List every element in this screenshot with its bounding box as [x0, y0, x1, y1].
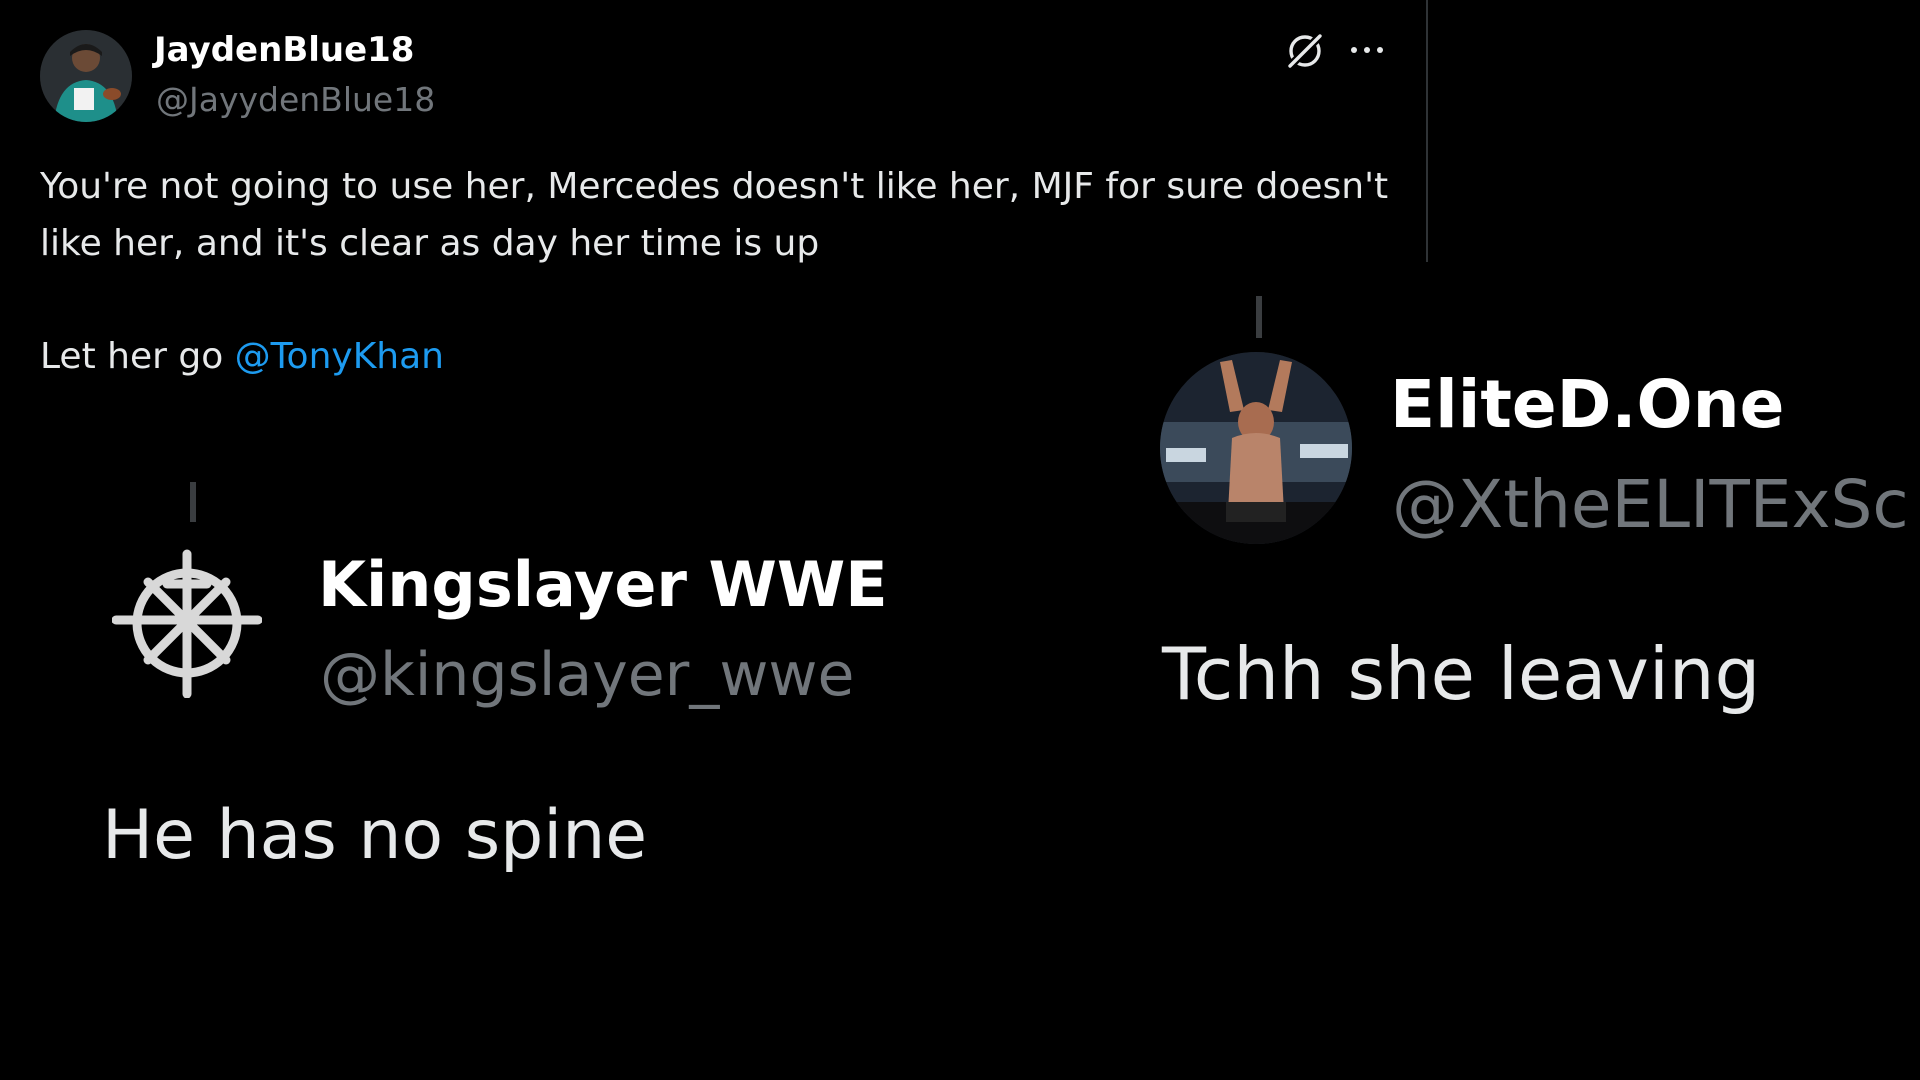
grok-icon[interactable]	[1282, 28, 1328, 74]
seth-rollins-logo-icon[interactable]	[111, 548, 263, 699]
wrestler-photo-avatar[interactable]	[1160, 352, 1352, 544]
tweet-text-line: You're not going to use her, Mercedes do…	[40, 166, 1389, 207]
thread-connector	[190, 482, 196, 522]
thread-connector	[1256, 296, 1262, 338]
more-horizontal-icon[interactable]	[1346, 30, 1388, 70]
tweet-text-line: like her, and it's clear as day her time…	[40, 223, 820, 264]
display-name[interactable]: EliteD.One	[1390, 366, 1784, 443]
main-tweet-card[interactable]: JaydenBlue18 @JayydenBlue18 You're not g…	[0, 0, 1428, 264]
tweet-text-line: Let her go @TonyKhan	[40, 328, 444, 385]
mention-link[interactable]: @TonyKhan	[235, 336, 444, 377]
tweet-text-prefix: Let her go	[40, 336, 235, 377]
display-name[interactable]: Kingslayer WWE	[318, 548, 888, 621]
user-handle[interactable]: @XtheELITExSc	[1392, 466, 1909, 543]
avatar[interactable]	[40, 30, 132, 122]
reply-text: He has no spine	[102, 796, 648, 875]
user-handle[interactable]: @kingslayer_wwe	[320, 640, 854, 710]
user-handle[interactable]: @JayydenBlue18	[156, 80, 435, 119]
reply-text: Tchh she leaving	[1162, 632, 1761, 716]
screenshot-canvas: JaydenBlue18 @JayydenBlue18 You're not g…	[0, 0, 1920, 1080]
display-name[interactable]: JaydenBlue18	[154, 30, 414, 70]
user-avatar-photo	[40, 30, 132, 122]
tweet-text: You're not going to use her, Mercedes do…	[40, 158, 1420, 272]
